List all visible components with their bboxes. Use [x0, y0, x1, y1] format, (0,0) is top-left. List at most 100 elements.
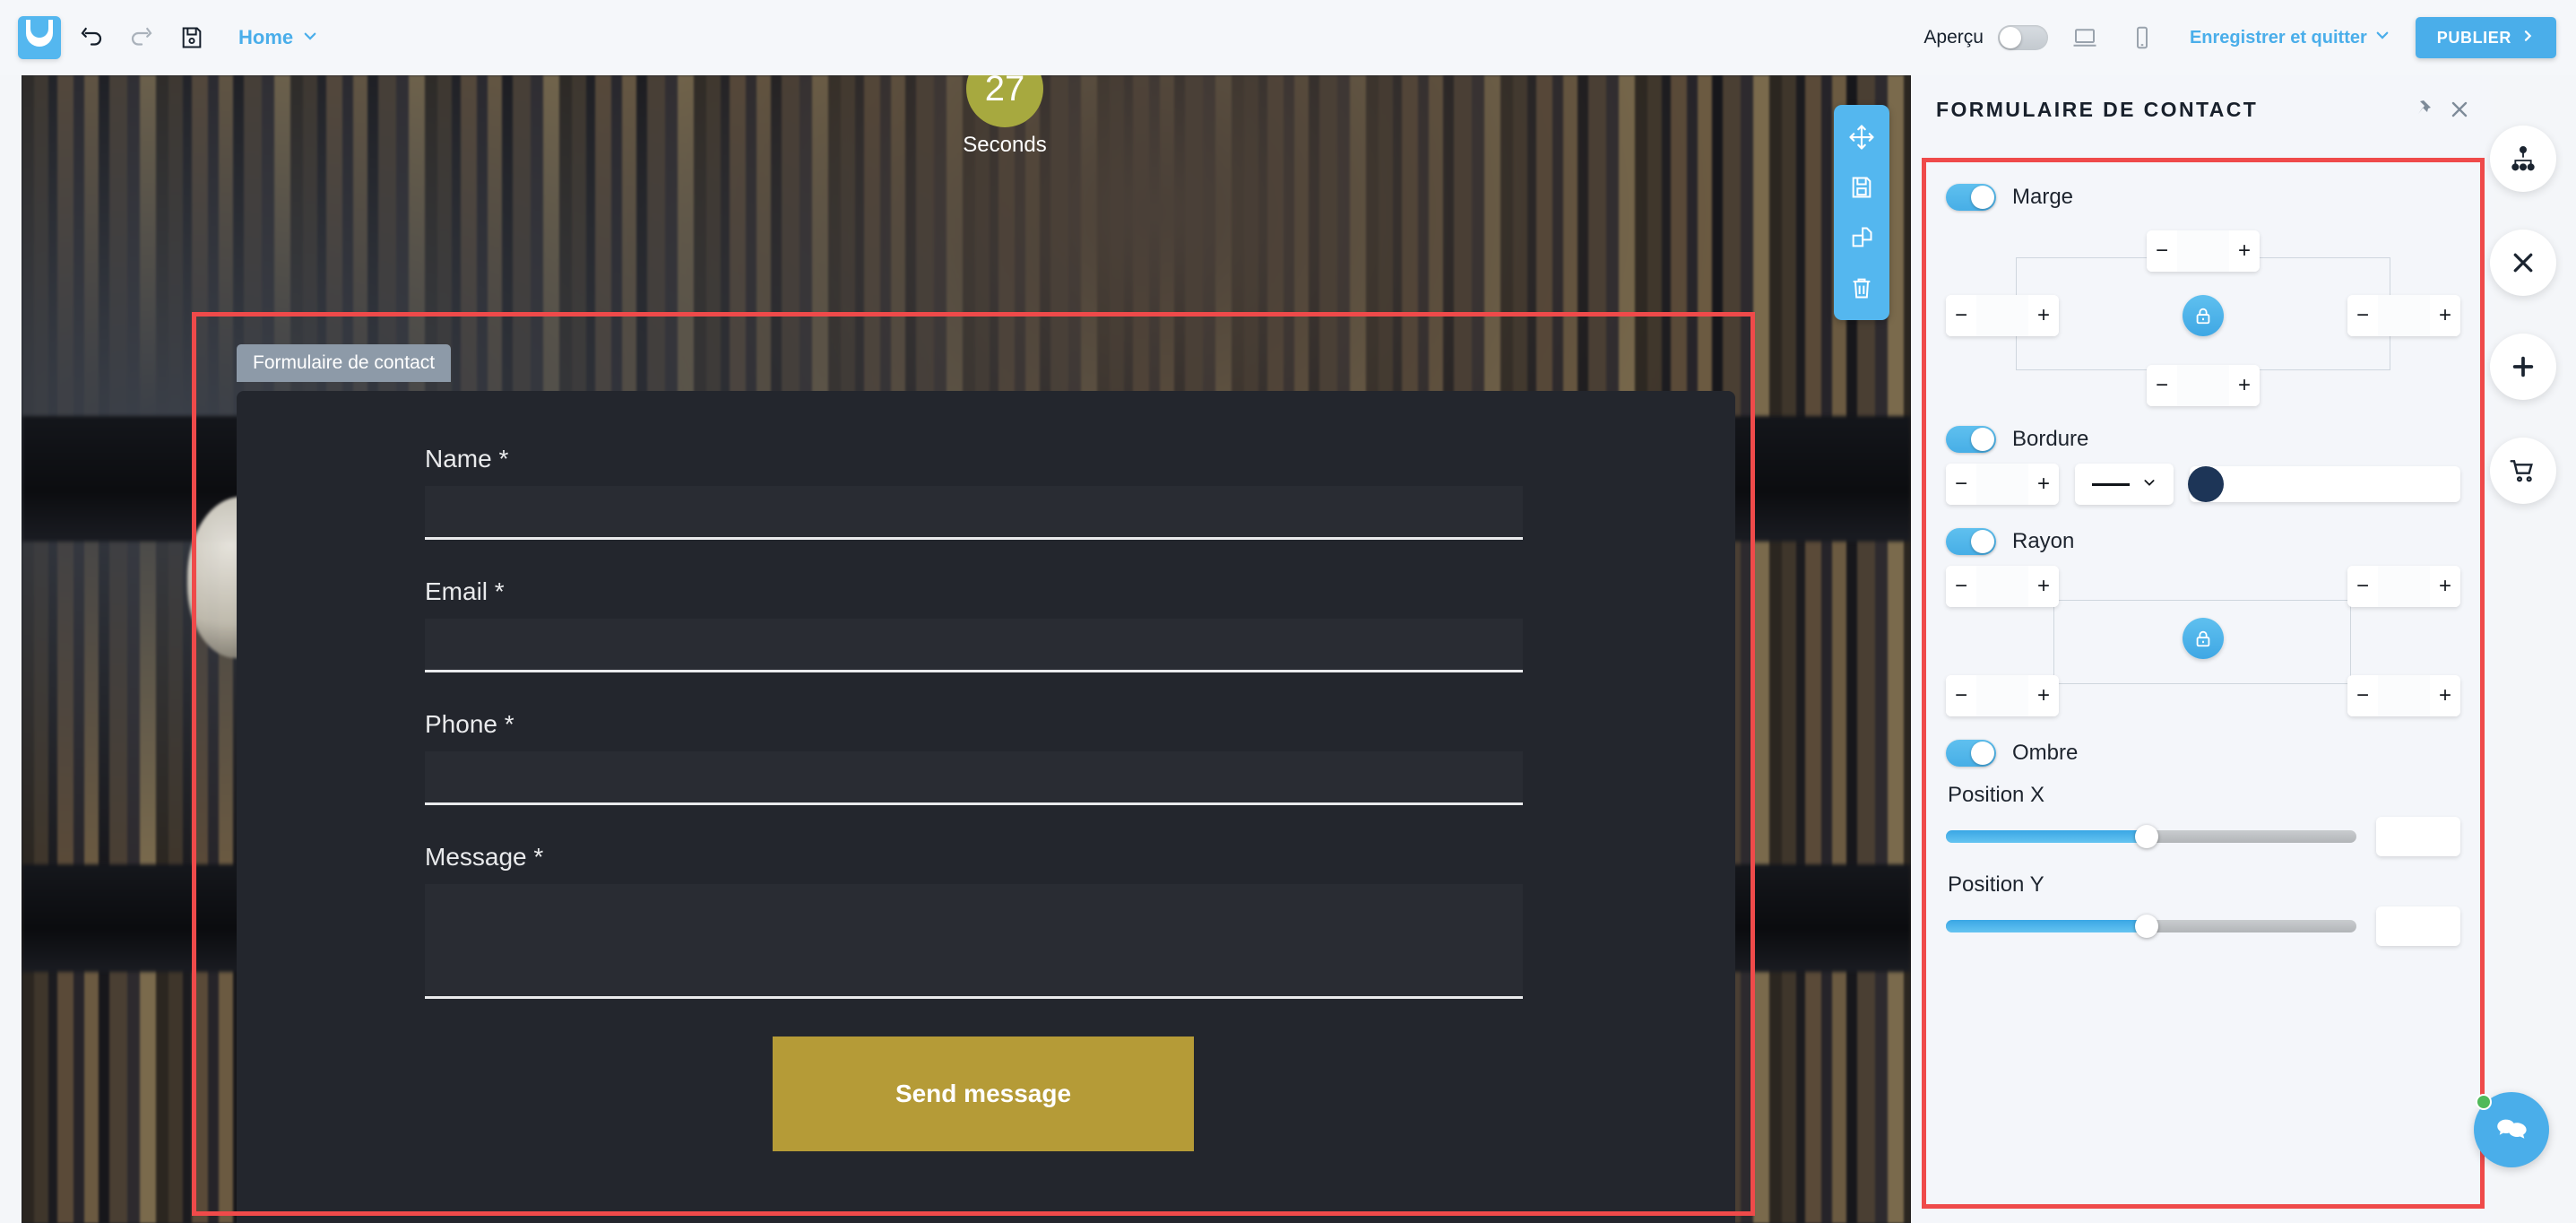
position-x-slider[interactable]: [1946, 825, 2356, 848]
undo-icon[interactable]: [72, 18, 111, 57]
plus-icon[interactable]: [2490, 334, 2556, 400]
bordure-label: Bordure: [2012, 427, 2089, 451]
preview-toggle[interactable]: [1997, 25, 2048, 50]
radius-bl-minus[interactable]: −: [1946, 675, 1976, 716]
cart-icon[interactable]: [2490, 438, 2556, 504]
border-style-select[interactable]: [2075, 464, 2174, 505]
position-y-input[interactable]: [2376, 906, 2460, 946]
border-width-stepper[interactable]: − +: [1946, 464, 2059, 505]
radius-tl-plus[interactable]: +: [2028, 566, 2059, 607]
margin-bottom-input[interactable]: [2177, 365, 2229, 406]
field-label-text: Message: [425, 843, 527, 871]
lock-icon[interactable]: [2183, 618, 2224, 659]
contact-form-widget[interactable]: Name * Email * Phone * Message * Send me…: [237, 391, 1735, 1223]
position-x-input[interactable]: [2376, 817, 2460, 856]
margin-right-stepper[interactable]: − +: [2347, 295, 2460, 336]
email-input[interactable]: [425, 619, 1523, 672]
save-and-quit-button[interactable]: Enregistrer et quitter: [2190, 27, 2390, 48]
send-message-button[interactable]: Send message: [773, 1037, 1194, 1151]
margin-top-plus[interactable]: +: [2229, 230, 2260, 272]
position-y-slider[interactable]: [1946, 915, 2356, 938]
chevron-right-icon: [2520, 29, 2535, 48]
margin-left-plus[interactable]: +: [2028, 295, 2059, 336]
panel-body: Marge − + − + − + − + Bordure − + Rayon …: [1922, 158, 2485, 1209]
name-input[interactable]: [425, 486, 1523, 540]
form-field-email: Email *: [425, 577, 1523, 672]
chevron-down-icon: [2142, 475, 2157, 494]
floppy-save-icon[interactable]: [172, 18, 212, 57]
close-icon[interactable]: [2449, 99, 2470, 120]
margin-bottom-minus[interactable]: −: [2147, 365, 2177, 406]
radius-tr-minus[interactable]: −: [2347, 566, 2378, 607]
margin-right-input[interactable]: [2378, 295, 2430, 336]
margin-bottom-stepper[interactable]: − +: [2147, 365, 2260, 406]
margin-right-minus[interactable]: −: [2347, 295, 2378, 336]
editor-root: Home Aperçu Enregistrer et quitter PUBLI…: [0, 0, 2576, 1223]
pin-icon[interactable]: [2411, 99, 2433, 120]
margin-control-group: − + − + − + − +: [1946, 220, 2460, 406]
radius-br-minus[interactable]: −: [2347, 675, 2378, 716]
duplicate-icon[interactable]: [1834, 213, 1889, 263]
app-logo-icon[interactable]: [18, 16, 61, 59]
radius-top-right-stepper[interactable]: − +: [2347, 566, 2460, 607]
margin-top-minus[interactable]: −: [2147, 230, 2177, 272]
chat-status-badge: [2476, 1094, 2492, 1110]
page-name-label: Home: [238, 26, 294, 48]
field-label: Name *: [425, 445, 1357, 473]
chevron-down-icon: [2374, 27, 2390, 48]
required-mark: *: [494, 577, 505, 605]
margin-right-plus[interactable]: +: [2430, 295, 2460, 336]
border-width-input[interactable]: [1976, 464, 2028, 505]
rayon-toggle[interactable]: [1946, 528, 1996, 555]
redo-icon[interactable]: [122, 18, 161, 57]
margin-left-stepper[interactable]: − +: [1946, 295, 2059, 336]
bordure-toggle[interactable]: [1946, 426, 1996, 453]
page-selector[interactable]: Home: [238, 26, 318, 49]
margin-bottom-plus[interactable]: +: [2229, 365, 2260, 406]
border-color-picker[interactable]: [2188, 466, 2460, 502]
border-width-plus[interactable]: +: [2028, 464, 2059, 505]
border-width-minus[interactable]: −: [1946, 464, 1976, 505]
page-canvas[interactable]: 27 Seconds Name * Email * Phone * Messag…: [22, 75, 1911, 1223]
chevron-down-icon: [302, 26, 318, 49]
countdown-timer: 27 Seconds: [955, 75, 1054, 158]
message-textarea[interactable]: [425, 884, 1523, 999]
radius-bottom-right-stepper[interactable]: − +: [2347, 675, 2460, 716]
margin-top-stepper[interactable]: − +: [2147, 230, 2260, 272]
move-arrows-icon[interactable]: [1834, 112, 1889, 162]
radius-top-left-stepper[interactable]: − +: [1946, 566, 2059, 607]
panel-title: FORMULAIRE DE CONTACT: [1936, 97, 2259, 121]
right-rail: [2490, 126, 2556, 542]
margin-left-input[interactable]: [1976, 295, 2028, 336]
field-label-text: Phone: [425, 710, 497, 738]
radius-bl-input[interactable]: [1976, 675, 2028, 716]
margin-top-input[interactable]: [2177, 230, 2229, 272]
radius-tr-plus[interactable]: +: [2430, 566, 2460, 607]
top-toolbar: Home Aperçu Enregistrer et quitter PUBLI…: [0, 0, 2576, 75]
lock-icon[interactable]: [2183, 295, 2224, 336]
publish-button[interactable]: PUBLIER: [2415, 17, 2556, 58]
marge-toggle[interactable]: [1946, 184, 1996, 211]
radius-bottom-left-stepper[interactable]: − +: [1946, 675, 2059, 716]
countdown-unit-label: Seconds: [963, 133, 1047, 157]
radius-br-input[interactable]: [2378, 675, 2430, 716]
ombre-toggle[interactable]: [1946, 740, 1996, 767]
chat-bubbles-icon[interactable]: [2474, 1092, 2549, 1167]
trash-icon[interactable]: [1834, 263, 1889, 313]
radius-tl-minus[interactable]: −: [1946, 566, 1976, 607]
radius-tl-input[interactable]: [1976, 566, 2028, 607]
sitemap-icon[interactable]: [2490, 126, 2556, 192]
margin-left-minus[interactable]: −: [1946, 295, 1976, 336]
close-x-icon[interactable]: [2490, 230, 2556, 296]
field-label-text: Name: [425, 445, 492, 473]
border-color-swatch[interactable]: [2188, 466, 2224, 502]
position-x-label: Position X: [1948, 783, 2045, 807]
ombre-section-header: Ombre: [1946, 740, 2460, 767]
radius-bl-plus[interactable]: +: [2028, 675, 2059, 716]
phone-input[interactable]: [425, 751, 1523, 805]
floppy-save-icon[interactable]: [1834, 162, 1889, 213]
mobile-icon[interactable]: [2122, 17, 2163, 58]
radius-br-plus[interactable]: +: [2430, 675, 2460, 716]
desktop-icon[interactable]: [2064, 17, 2105, 58]
radius-tr-input[interactable]: [2378, 566, 2430, 607]
